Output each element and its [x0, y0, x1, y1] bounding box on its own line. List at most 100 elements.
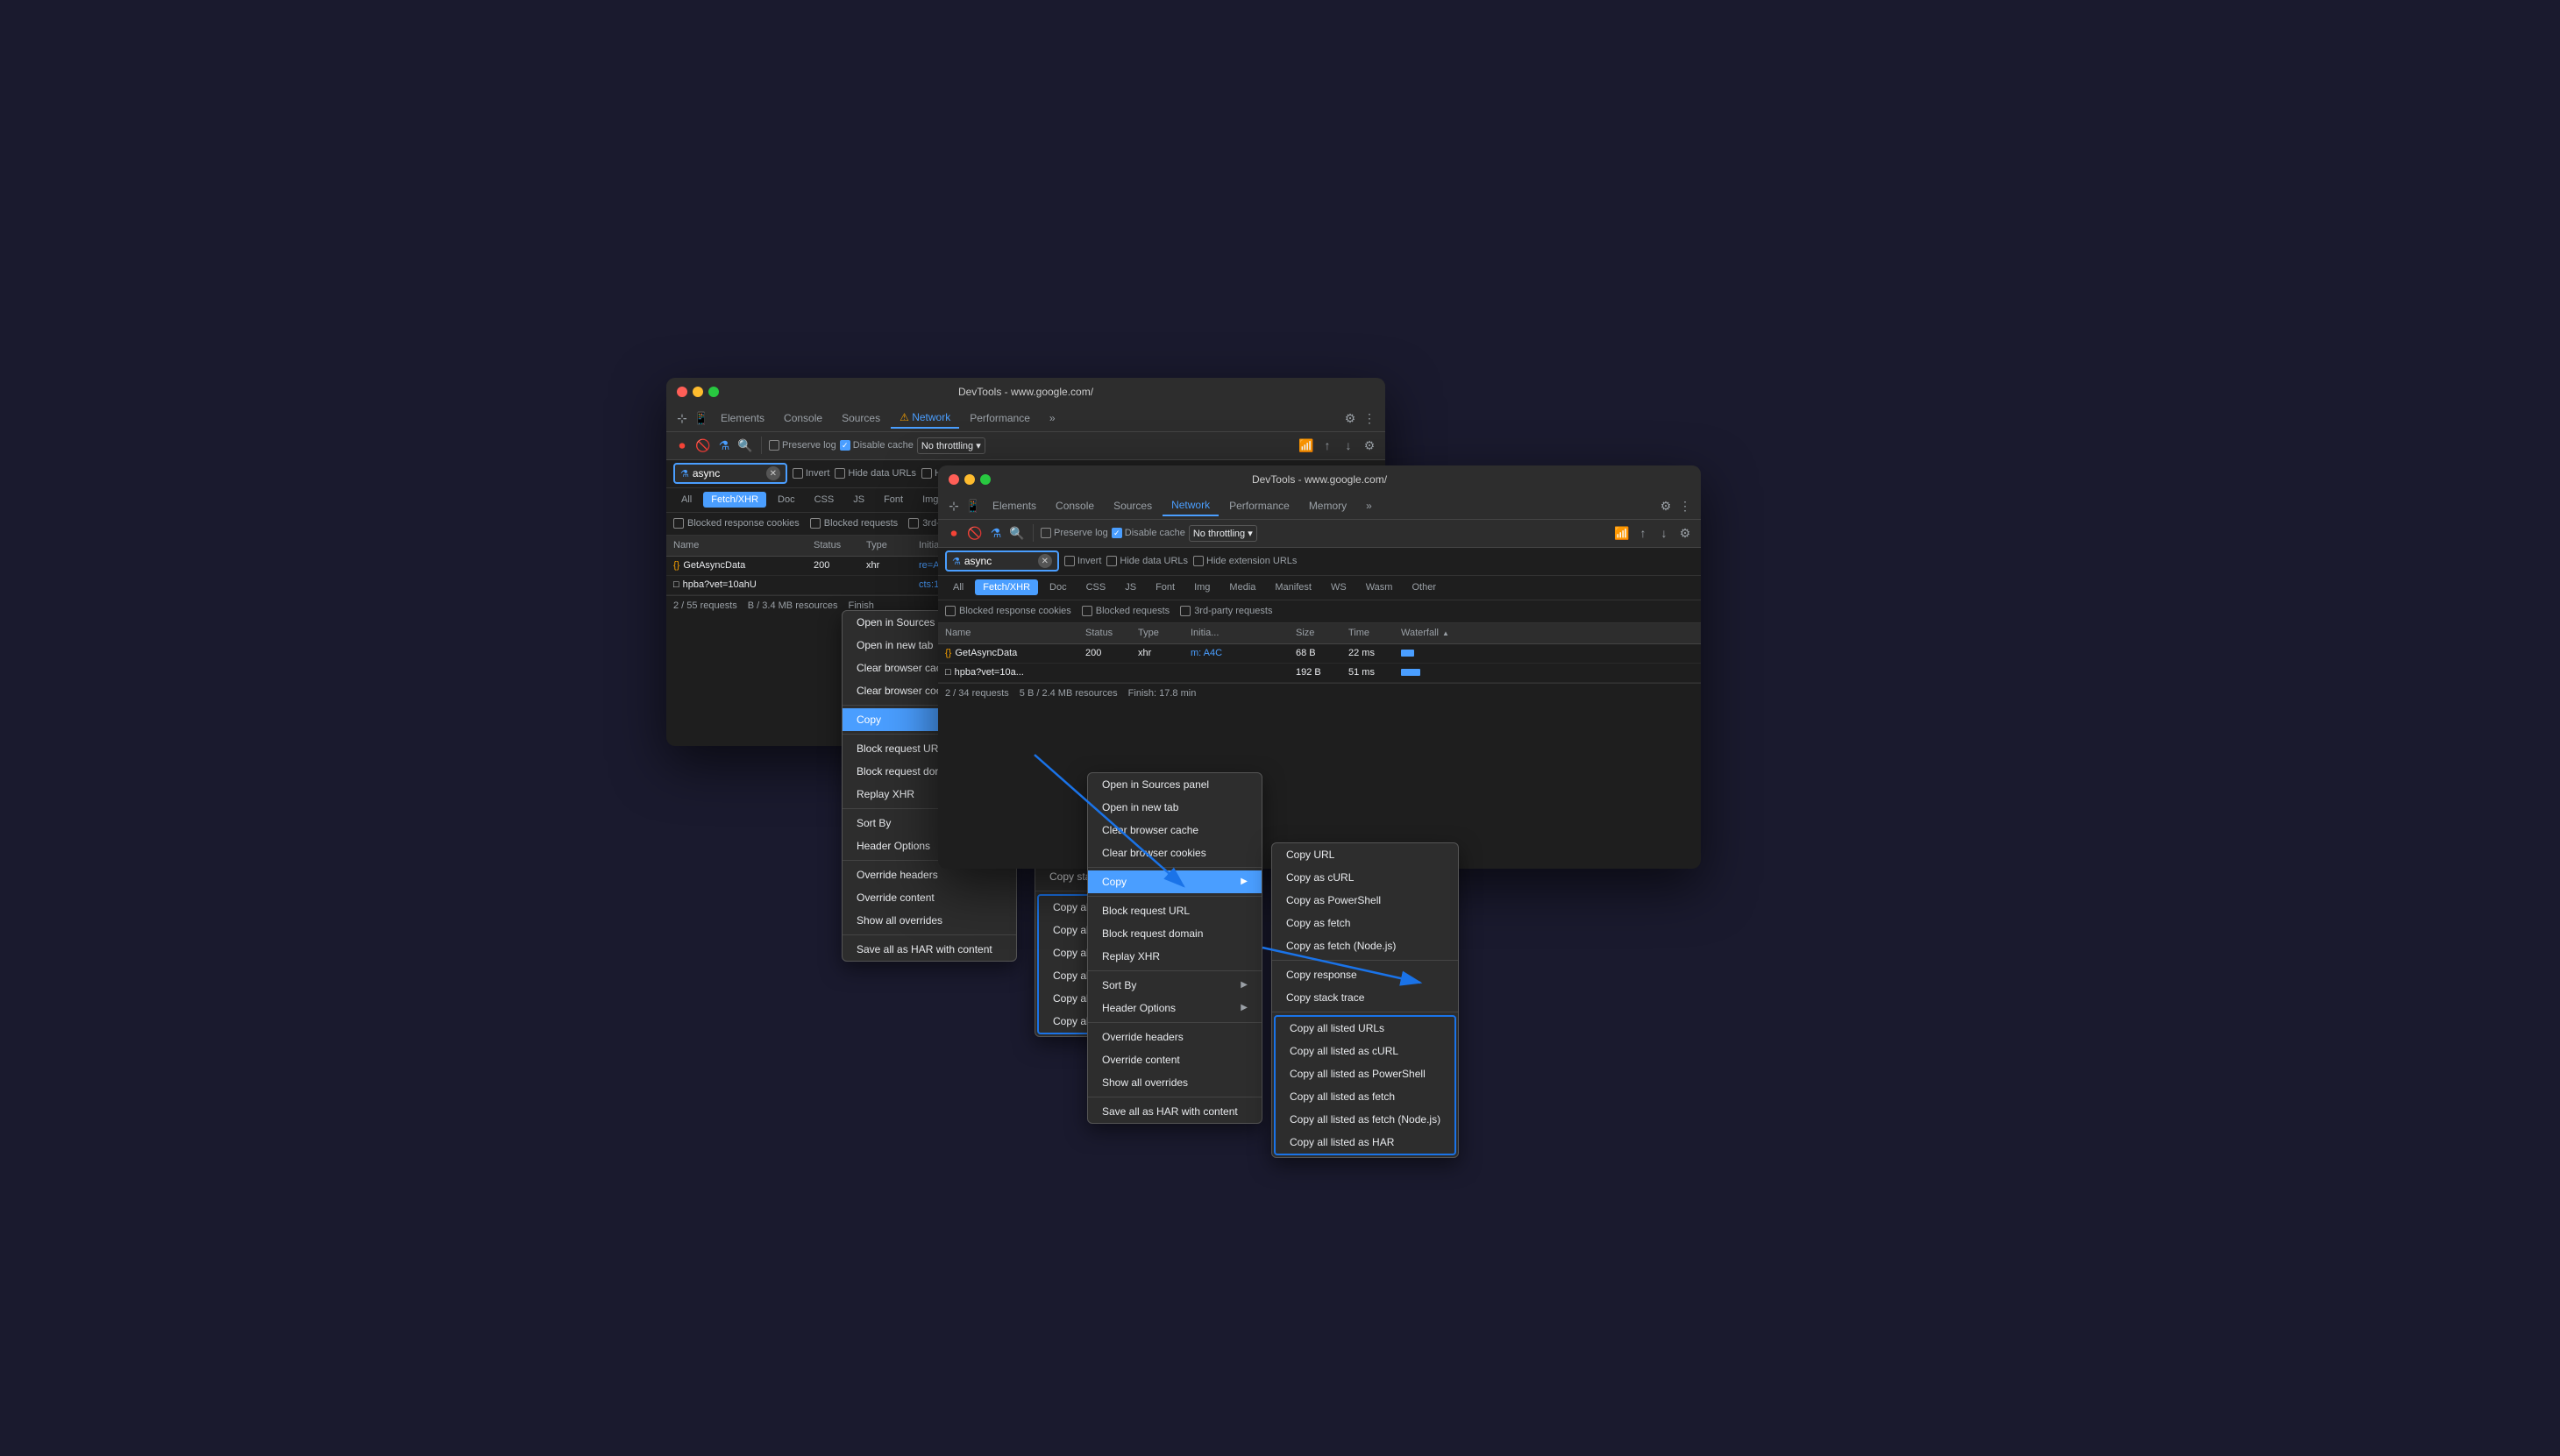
- tab-console-2[interactable]: Console: [1047, 496, 1103, 515]
- filter-icon-2[interactable]: ⚗: [987, 524, 1005, 542]
- upload-icon-2[interactable]: ↑: [1634, 524, 1652, 542]
- more-options-icon-2[interactable]: ⋮: [1676, 497, 1694, 515]
- col-status-header-1[interactable]: Status: [814, 540, 866, 550]
- chip-fetchxhr-2[interactable]: Fetch/XHR: [975, 579, 1038, 595]
- chip-ws-2[interactable]: WS: [1323, 579, 1355, 595]
- tab-sources-1[interactable]: Sources: [833, 408, 889, 428]
- menu-copy-2[interactable]: Copy ▶: [1088, 870, 1262, 893]
- chip-media-2[interactable]: Media: [1221, 579, 1263, 595]
- chip-doc-1[interactable]: Doc: [770, 492, 803, 508]
- menu-block-url-2[interactable]: Block request URL: [1088, 899, 1262, 922]
- tab-performance-2[interactable]: Performance: [1220, 496, 1298, 515]
- maximize-button-1[interactable]: [708, 387, 719, 397]
- select-tool-icon-2[interactable]: ⊹: [945, 497, 963, 515]
- preserve-log-checkbox-1[interactable]: [769, 440, 779, 451]
- chip-fetchxhr-1[interactable]: Fetch/XHR: [703, 492, 766, 508]
- blocked-response-check-1[interactable]: Blocked response cookies: [673, 518, 800, 529]
- settings-icon-1[interactable]: ⚙: [1341, 409, 1359, 427]
- menu-show-overrides-2[interactable]: Show all overrides: [1088, 1071, 1262, 1094]
- menu-open-new-tab-2[interactable]: Open in new tab: [1088, 796, 1262, 819]
- col-status-header-2[interactable]: Status: [1085, 628, 1138, 638]
- submenu-copy-url-2[interactable]: Copy URL: [1272, 843, 1458, 866]
- tab-elements-2[interactable]: Elements: [984, 496, 1045, 515]
- record-button-2[interactable]: ⏺: [945, 524, 963, 542]
- throttle-select-1[interactable]: No throttling ▾: [917, 437, 985, 454]
- close-button-1[interactable]: [677, 387, 687, 397]
- upload-icon-1[interactable]: ↑: [1319, 437, 1336, 454]
- disable-cache-check-1[interactable]: Disable cache: [840, 440, 914, 451]
- tab-network-2[interactable]: Network: [1163, 495, 1219, 516]
- blocked-requests-check-2[interactable]: Blocked requests: [1082, 606, 1170, 616]
- record-button-1[interactable]: ⏺: [673, 437, 691, 454]
- search-button-1[interactable]: 🔍: [736, 437, 754, 454]
- menu-clear-cookies-2[interactable]: Clear browser cookies: [1088, 842, 1262, 864]
- submenu-copy-all-listed-urls-2[interactable]: Copy all listed URLs: [1276, 1017, 1454, 1040]
- chip-img-2[interactable]: Img: [1186, 579, 1218, 595]
- col-name-header-1[interactable]: Name: [673, 540, 814, 550]
- tab-elements-1[interactable]: Elements: [712, 408, 773, 428]
- col-initiator-header-2[interactable]: Initia...: [1191, 628, 1296, 638]
- submenu-copy-all-listed-powershell-2[interactable]: Copy all listed as PowerShell: [1276, 1062, 1454, 1085]
- tab-console-1[interactable]: Console: [775, 408, 831, 428]
- chip-font-1[interactable]: Font: [876, 492, 911, 508]
- download-icon-2[interactable]: ↓: [1655, 524, 1673, 542]
- network-settings-icon-2[interactable]: ⚙: [1676, 524, 1694, 542]
- hide-data-urls-check-2[interactable]: Hide data URLs: [1106, 556, 1188, 566]
- blocked-requests-check-1[interactable]: Blocked requests: [810, 518, 898, 529]
- tab-network-1[interactable]: ⚠ Network: [891, 408, 959, 429]
- download-icon-1[interactable]: ↓: [1340, 437, 1357, 454]
- submenu-copy-powershell-2[interactable]: Copy as PowerShell: [1272, 889, 1458, 912]
- invert-check-1[interactable]: Invert: [793, 468, 830, 479]
- invert-check-2[interactable]: Invert: [1064, 556, 1102, 566]
- device-icon[interactable]: 📱: [693, 409, 710, 427]
- hide-ext-checkbox-1[interactable]: [921, 468, 932, 479]
- chip-css-1[interactable]: CSS: [807, 492, 843, 508]
- chip-other-2[interactable]: Other: [1404, 579, 1444, 595]
- search-input-2[interactable]: [964, 555, 1035, 567]
- search-box-1[interactable]: ⚗ ✕: [673, 463, 787, 484]
- menu-header-options-2[interactable]: Header Options ▶: [1088, 997, 1262, 1019]
- tab-more-1[interactable]: »: [1041, 408, 1064, 428]
- tab-performance-1[interactable]: Performance: [961, 408, 1039, 428]
- chip-all-2[interactable]: All: [945, 579, 971, 595]
- disable-cache-check-2[interactable]: Disable cache: [1112, 528, 1185, 538]
- submenu-copy-all-listed-fetch-node-2[interactable]: Copy all listed as fetch (Node.js): [1276, 1108, 1454, 1131]
- col-type-header-2[interactable]: Type: [1138, 628, 1191, 638]
- third-party-check-2[interactable]: 3rd-party requests: [1180, 606, 1272, 616]
- menu-save-har-1[interactable]: Save all as HAR with content: [843, 938, 1016, 961]
- tab-memory-2[interactable]: Memory: [1300, 496, 1355, 515]
- invert-checkbox-1[interactable]: [793, 468, 803, 479]
- menu-open-sources-2[interactable]: Open in Sources panel: [1088, 773, 1262, 796]
- device-icon-2[interactable]: 📱: [964, 497, 982, 515]
- search-input-1[interactable]: [693, 467, 763, 479]
- clear-search-button-2[interactable]: ✕: [1038, 554, 1052, 568]
- menu-save-har-2[interactable]: Save all as HAR with content: [1088, 1100, 1262, 1123]
- preserve-log-check-1[interactable]: Preserve log: [769, 440, 836, 451]
- col-name-header-2[interactable]: Name: [945, 628, 1085, 638]
- submenu-copy-all-listed-fetch-2[interactable]: Copy all listed as fetch: [1276, 1085, 1454, 1108]
- chip-wasm-2[interactable]: Wasm: [1358, 579, 1401, 595]
- menu-replay-xhr-2[interactable]: Replay XHR: [1088, 945, 1262, 968]
- clear-search-button-1[interactable]: ✕: [766, 466, 780, 480]
- submenu-copy-stacktrace-2[interactable]: Copy stack trace: [1272, 986, 1458, 1009]
- chip-all-1[interactable]: All: [673, 492, 700, 508]
- submenu-copy-response-2[interactable]: Copy response: [1272, 963, 1458, 986]
- chip-css-2[interactable]: CSS: [1078, 579, 1114, 595]
- preserve-log-checkbox-2[interactable]: [1041, 528, 1051, 538]
- minimize-button-2[interactable]: [964, 474, 975, 485]
- blocked-response-check-2[interactable]: Blocked response cookies: [945, 606, 1071, 616]
- select-tool-icon[interactable]: ⊹: [673, 409, 691, 427]
- search-box-2[interactable]: ⚗ ✕: [945, 550, 1059, 572]
- maximize-button-2[interactable]: [980, 474, 991, 485]
- chip-manifest-2[interactable]: Manifest: [1267, 579, 1319, 595]
- table-row-2b[interactable]: □ hpba?vet=10a... 192 B 51 ms: [938, 664, 1701, 683]
- hide-data-checkbox-1[interactable]: [835, 468, 845, 479]
- menu-clear-cache-2[interactable]: Clear browser cache: [1088, 819, 1262, 842]
- wifi-icon-1[interactable]: 📶: [1298, 437, 1315, 454]
- chip-font-2[interactable]: Font: [1148, 579, 1183, 595]
- invert-checkbox-2[interactable]: [1064, 556, 1075, 566]
- chip-js-2[interactable]: JS: [1117, 579, 1144, 595]
- more-options-icon-1[interactable]: ⋮: [1361, 409, 1378, 427]
- network-settings-icon-1[interactable]: ⚙: [1361, 437, 1378, 454]
- hide-data-checkbox-2[interactable]: [1106, 556, 1117, 566]
